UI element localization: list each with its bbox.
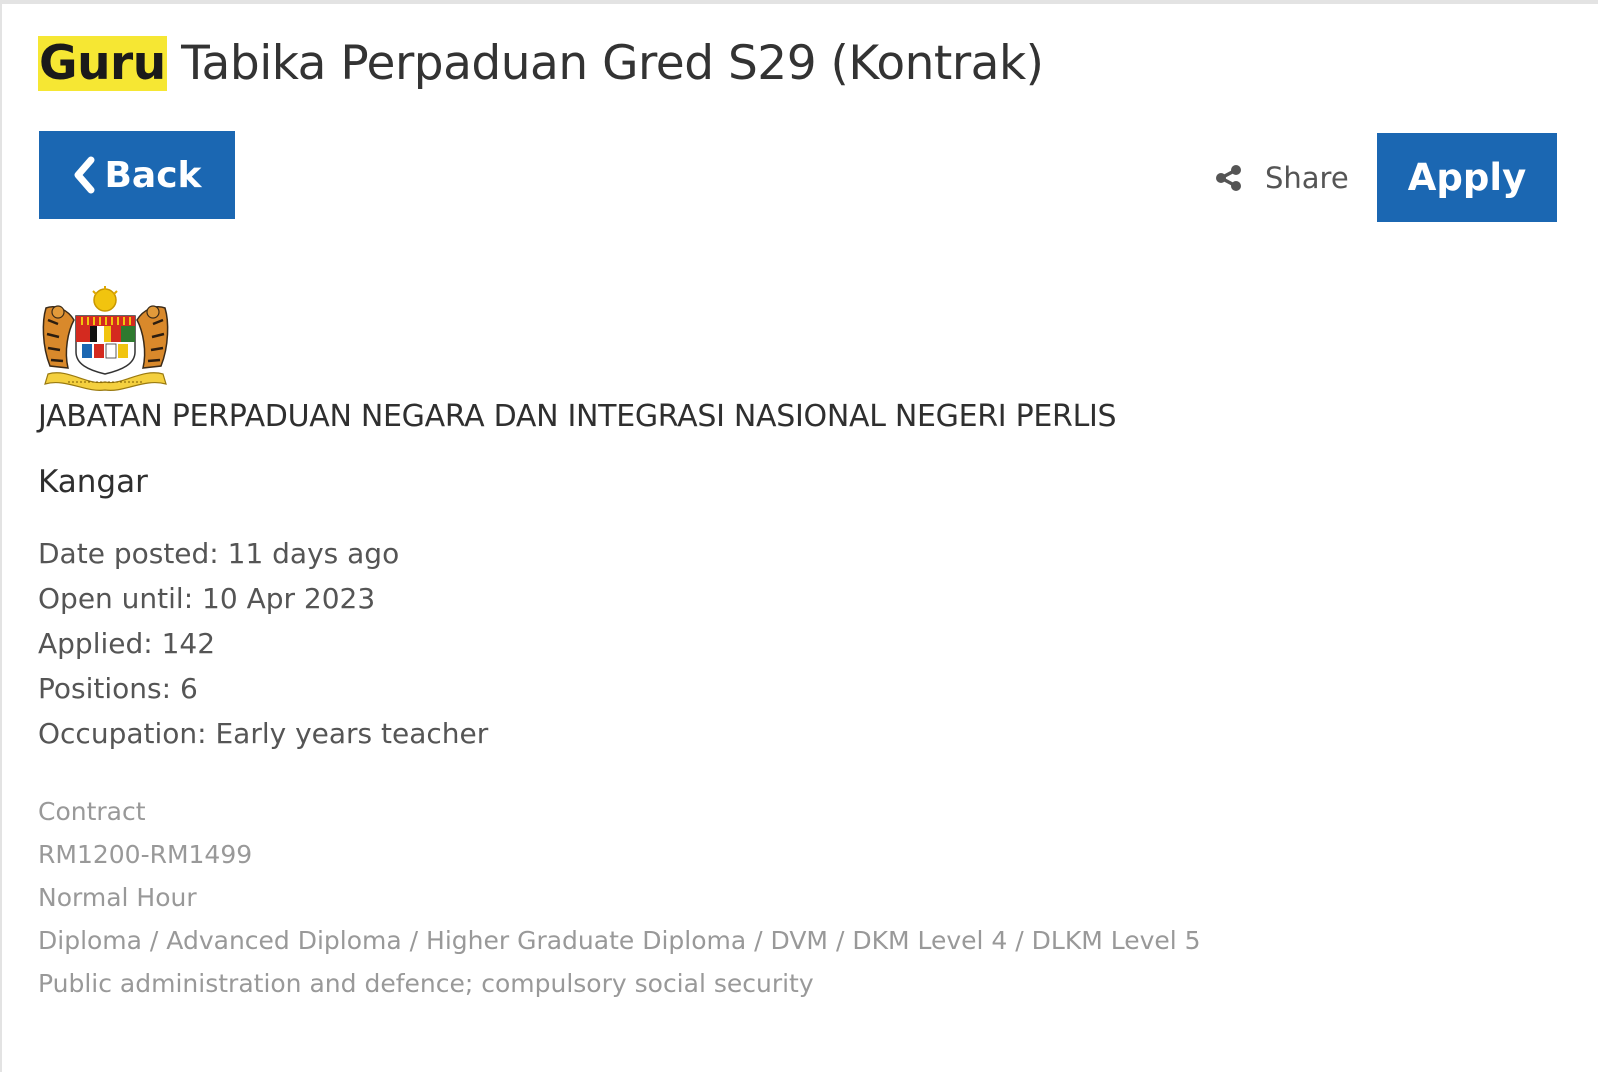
fact-applied: Applied: 142	[38, 627, 216, 660]
title-highlight: Guru	[38, 36, 167, 91]
tag-education-level: Diploma / Advanced Diploma / Higher Grad…	[38, 926, 1201, 955]
chevron-left-icon	[74, 156, 95, 194]
fact-date-posted: Date posted: 11 days ago	[38, 537, 400, 570]
page-title: Guru Tabika Perpaduan Gred S29 (Kontrak)	[38, 30, 1044, 98]
fact-positions: Positions: 6	[38, 672, 198, 705]
job-tags-list: Contract RM1200-RM1499 Normal Hour Diplo…	[38, 790, 1201, 1005]
employer-name: JABATAN PERPADUAN NEGARA DAN INTEGRASI N…	[38, 399, 1117, 434]
apply-button-label: Apply	[1407, 156, 1527, 199]
coat-of-arms-icon	[42, 286, 169, 391]
back-button[interactable]: Back	[39, 131, 235, 219]
tag-industry: Public administration and defence; compu…	[38, 969, 814, 998]
tag-working-hours: Normal Hour	[38, 883, 197, 912]
fact-open-until: Open until: 10 Apr 2023	[38, 582, 376, 615]
back-button-label: Back	[104, 154, 202, 196]
share-icon	[1216, 165, 1241, 191]
page-frame: Guru Tabika Perpaduan Gred S29 (Kontrak)…	[0, 0, 1598, 1072]
job-facts-list: Date posted: 11 days ago Open until: 10 …	[38, 531, 488, 756]
apply-button[interactable]: Apply	[1377, 133, 1557, 222]
employer-location: Kangar	[38, 464, 148, 500]
share-button[interactable]: Share	[1215, 156, 1349, 200]
title-text: Tabika Perpaduan Gred S29 (Kontrak)	[166, 36, 1044, 91]
tag-employment-type: Contract	[38, 797, 146, 826]
share-label: Share	[1265, 161, 1349, 195]
fact-occupation: Occupation: Early years teacher	[38, 717, 489, 750]
tag-salary-range: RM1200-RM1499	[38, 840, 253, 869]
